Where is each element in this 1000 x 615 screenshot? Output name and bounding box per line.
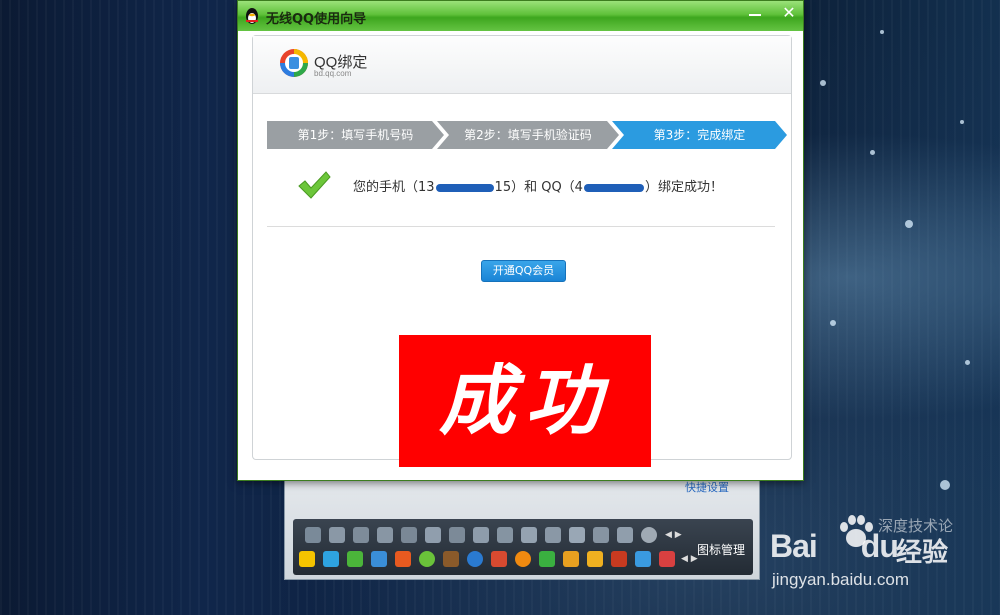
redacted-phone-mask [435, 183, 494, 192]
gift-icon[interactable] [611, 551, 627, 567]
step-3: 第3步：完成绑定 [612, 121, 787, 149]
water-drop [905, 220, 913, 228]
water-drop [820, 80, 826, 86]
content-frame: QQ绑定 bd.qq.com 第1步：填写手机号码 第2步：填写手机验证码 第3… [252, 35, 792, 467]
farm-icon[interactable] [443, 551, 459, 567]
diamond-icon[interactable] [569, 527, 585, 543]
success-text-middle: 15）和 QQ（4 [494, 180, 583, 195]
badge-icon[interactable] [449, 527, 465, 543]
window-title: 无线QQ使用向导 [266, 12, 367, 27]
water-drop [870, 150, 875, 155]
redacted-qq-mask [583, 183, 644, 192]
water-drop [965, 360, 970, 365]
water-drop [830, 320, 836, 326]
water-drop [960, 120, 964, 124]
step-progress: 第1步：填写手机号码 第2步：填写手机验证码 第3步：完成绑定 [267, 121, 787, 149]
success-message: 您的手机（13 15）和 QQ（4 ）绑定成功！ [297, 165, 777, 205]
heart-icon[interactable] [329, 527, 345, 543]
success-text-suffix: ）绑定成功！ [644, 180, 723, 195]
penguin-icon[interactable] [641, 527, 657, 543]
watermark-logo-part1: Bai [770, 528, 818, 564]
success-text: 您的手机（13 15）和 QQ（4 ）绑定成功！ [353, 176, 723, 195]
shop-icon[interactable] [659, 551, 675, 567]
title-bar[interactable]: 无线QQ使用向导 ✕ [238, 1, 803, 31]
diamond-icon[interactable] [521, 527, 537, 543]
wallet-icon[interactable] [587, 551, 603, 567]
scroll-arrows-icon[interactable]: ◀ ▶ [681, 554, 698, 564]
phone-icon[interactable] [635, 551, 651, 567]
quick-settings-link[interactable]: 快捷设置 [685, 479, 729, 495]
background-qq-panel: 快捷设置 ◀ ▶ ◀ ▶ 图标管理 [284, 478, 760, 580]
pet-icon[interactable] [491, 551, 507, 567]
step-1: 第1步：填写手机号码 [267, 121, 444, 149]
diamond-icon[interactable] [545, 527, 561, 543]
zone-icon[interactable] [323, 551, 339, 567]
icon-manager-label[interactable]: 图标管理 [697, 541, 745, 558]
brand-domain: bd.qq.com [314, 69, 352, 78]
qq-penguin-icon [246, 8, 258, 24]
qq-bind-logo-icon [280, 49, 308, 77]
chat-bubble-icon[interactable] [419, 551, 435, 567]
badge-icon[interactable] [353, 527, 369, 543]
step-2: 第2步：填写手机验证码 [437, 121, 619, 149]
qq-wizard-window: 无线QQ使用向导 ✕ QQ绑定 bd.qq.com 第1步：填写手机号码 第2步… [237, 0, 804, 481]
minimize-button[interactable] [740, 2, 770, 24]
watermark-baidu-logo: Bai du [770, 528, 899, 565]
diamond-icon[interactable] [497, 527, 513, 543]
diamond-icon[interactable] [473, 527, 489, 543]
success-stamp: 成功 [399, 335, 651, 467]
baidu-paw-icon [840, 515, 873, 547]
checkmark-icon [298, 171, 331, 199]
diamond-icon[interactable] [617, 527, 633, 543]
brand-header: QQ绑定 bd.qq.com [253, 36, 791, 94]
app-icon[interactable] [347, 551, 363, 567]
close-button[interactable]: ✕ [774, 2, 804, 24]
scroll-arrows-icon[interactable]: ◀ ▶ [665, 530, 682, 540]
badge-icon[interactable] [401, 527, 417, 543]
water-drop [940, 480, 950, 490]
diamond-icon[interactable] [425, 527, 441, 543]
diamond-icon[interactable] [377, 527, 393, 543]
diamond-icon[interactable] [593, 527, 609, 543]
music-icon[interactable] [515, 551, 531, 567]
icon-tray: ◀ ▶ ◀ ▶ 图标管理 [293, 519, 753, 575]
game-icon[interactable] [395, 551, 411, 567]
heart-icon[interactable] [305, 527, 321, 543]
success-text-prefix: 您的手机（13 [353, 180, 435, 195]
watermark-jingyan: 经验 [896, 538, 949, 568]
camera-icon[interactable] [371, 551, 387, 567]
watermark-url: jingyan.baidu.com [772, 570, 910, 589]
minimize-icon [749, 14, 761, 16]
mail-icon[interactable] [563, 551, 579, 567]
water-drop [880, 30, 884, 34]
open-qq-vip-button[interactable]: 开通QQ会员 [481, 260, 566, 282]
stamp-text: 成功 [439, 356, 611, 445]
clover-icon[interactable] [539, 551, 555, 567]
divider [267, 226, 775, 227]
star-icon[interactable] [299, 551, 315, 567]
eye-icon[interactable] [467, 551, 483, 567]
